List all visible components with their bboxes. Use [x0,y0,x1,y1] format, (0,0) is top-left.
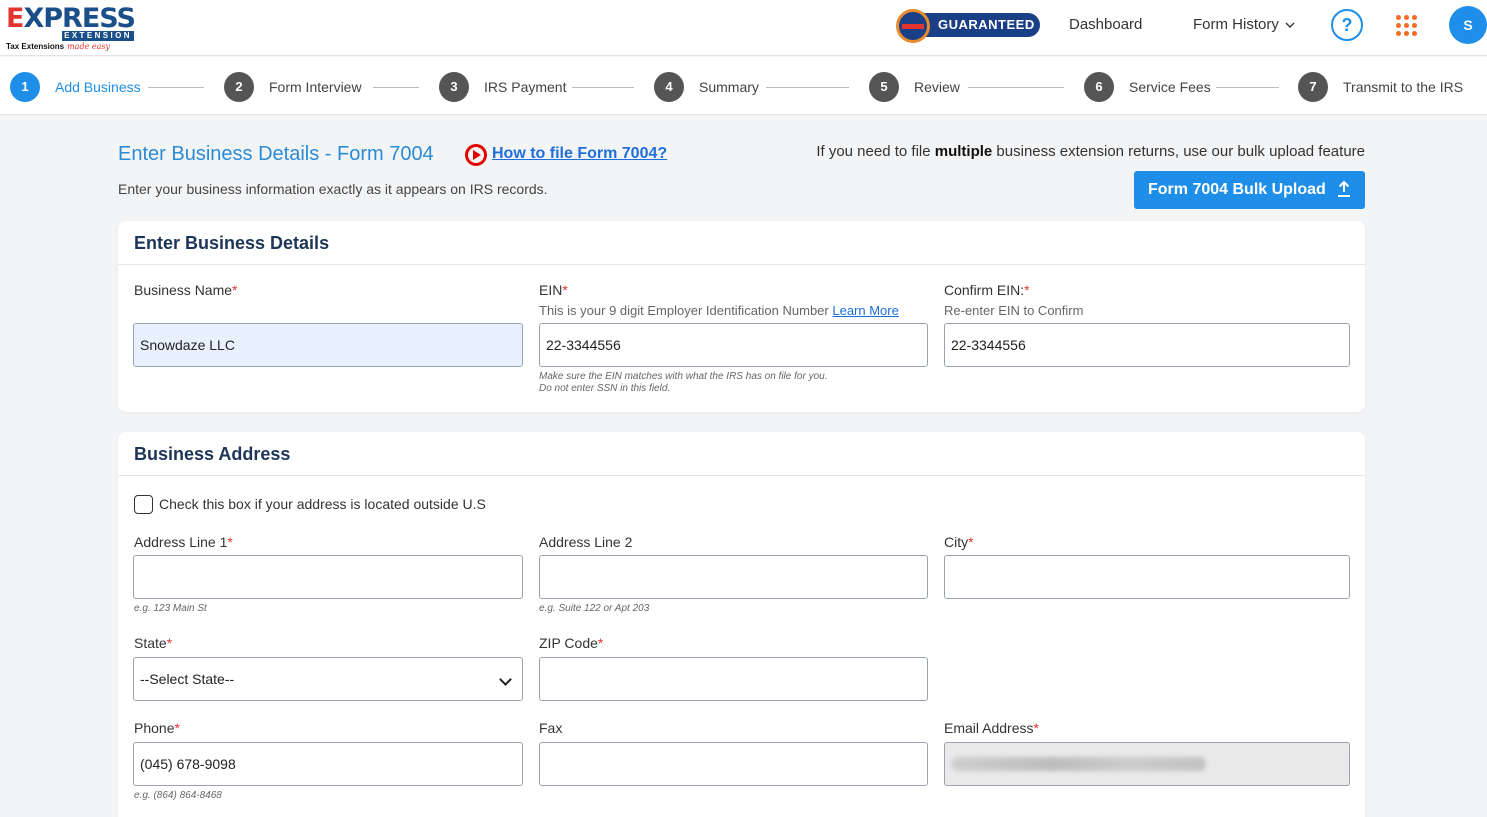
step-number: 6 [1084,72,1114,102]
step-connector [1216,87,1279,88]
required-marker: * [174,720,180,736]
confirm-ein-input[interactable]: 22-3344556 [944,323,1350,367]
bulk-upload-note: If you need to file multiple business ex… [816,143,1365,160]
step-service-fees[interactable]: 6 Service Fees [1084,72,1211,102]
address-line2-hint: e.g. Suite 122 or Apt 203 [539,603,650,614]
upload-icon [1338,180,1350,197]
logo-extension-bar: EXTENSION [62,31,134,41]
guarantee-seal-icon [896,9,930,43]
step-label: Add Business [55,79,141,95]
nav-form-history-label: Form History [1193,16,1279,33]
required-marker: * [968,534,974,550]
required-marker: * [1033,720,1039,736]
ein-help-text: This is your 9 digit Employer Identifica… [539,303,899,318]
confirm-ein-help: Re-enter EIN to Confirm [944,303,1084,318]
phone-label: Phone* [134,720,180,736]
step-number: 2 [224,72,254,102]
step-number: 1 [10,72,40,102]
state-label: State* [134,635,173,651]
apps-grid-icon[interactable] [1396,15,1418,37]
business-details-card: Enter Business Details Business Name* Sn… [118,221,1365,412]
step-label: Service Fees [1129,79,1211,95]
address-line2-label: Address Line 2 [539,534,633,550]
step-label: Form Interview [269,79,362,95]
step-number: 3 [439,72,469,102]
address-line1-label: Address Line 1* [134,534,233,550]
confirm-ein-label: Confirm EIN:* [944,282,1030,298]
ein-hint-match: Make sure the EIN matches with what the … [539,371,828,382]
step-add-business[interactable]: 1 Add Business [10,72,141,102]
business-address-card: Business Address Check this box if your … [118,432,1365,817]
step-connector [572,87,634,88]
guaranteed-badge: GUARANTEED [896,9,1046,43]
business-name-input[interactable]: Snowdaze LLC [133,323,523,367]
state-select-value: --Select State-- [140,671,235,687]
address-line1-input[interactable] [133,555,523,599]
phone-hint: e.g. (864) 864-8468 [134,790,222,801]
step-review[interactable]: 5 Review [869,72,960,102]
page-subtitle: Enter your business information exactly … [118,181,548,197]
zip-code-label: ZIP Code* [539,635,604,651]
business-address-heading: Business Address [118,432,1365,476]
city-input[interactable] [944,555,1350,599]
fax-input[interactable] [539,742,928,786]
step-label: Review [914,79,960,95]
youtube-play-icon[interactable] [465,144,487,166]
ein-hint-ssn: Do not enter SSN in this field. [539,383,671,394]
required-marker: * [1024,282,1030,298]
business-name-label: Business Name* [134,282,238,298]
progress-stepper: 1 Add Business 2 Form Interview 3 IRS Pa… [0,57,1487,115]
user-avatar[interactable]: S [1449,6,1487,44]
bulk-upload-button[interactable]: Form 7004 Bulk Upload [1134,171,1365,209]
nav-form-history[interactable]: Form History [1193,16,1295,34]
learn-more-link[interactable]: Learn More [832,303,898,318]
step-number: 4 [654,72,684,102]
step-summary[interactable]: 4 Summary [654,72,759,102]
step-connector [373,87,419,88]
step-connector [766,87,849,88]
outside-us-checkbox[interactable] [134,495,153,514]
top-header: EXPRESS EXTENSION Tax Extensions made eas… [0,0,1487,56]
city-label: City* [944,534,974,550]
phone-input[interactable]: (045) 678-9098 [133,742,523,786]
ein-input[interactable]: 22-3344556 [539,323,928,367]
address-line2-input[interactable] [539,555,928,599]
logo-tagline: Tax Extensions made easy [6,42,110,51]
step-number: 5 [869,72,899,102]
express-extension-logo[interactable]: EXPRESS EXTENSION Tax Extensions made eas… [6,2,138,52]
step-form-interview[interactable]: 2 Form Interview [224,72,362,102]
email-label: Email Address* [944,720,1039,736]
email-input [944,742,1350,786]
outside-us-label[interactable]: Check this box if your address is locate… [159,496,486,512]
how-to-file-link[interactable]: How to file Form 7004? [492,145,667,163]
step-connector [968,87,1064,88]
chevron-down-icon [1285,22,1295,29]
required-marker: * [597,635,604,651]
bulk-upload-label: Form 7004 Bulk Upload [1148,181,1326,198]
nav-dashboard[interactable]: Dashboard [1069,16,1142,34]
required-marker: * [562,282,568,298]
step-number: 7 [1298,72,1328,102]
required-marker: * [232,282,238,298]
required-marker: * [166,635,173,651]
page-title: Enter Business Details - Form 7004 [118,143,434,165]
step-label: IRS Payment [484,79,567,95]
guaranteed-label: GUARANTEED [912,13,1040,37]
address-line1-hint: e.g. 123 Main St [134,603,207,614]
step-label: Transmit to the IRS [1343,79,1464,95]
step-connector [148,87,204,88]
help-icon[interactable]: ? [1331,9,1363,41]
redacted-email [951,757,1206,771]
step-label: Summary [699,79,759,95]
chevron-down-icon [499,673,512,686]
state-select[interactable]: --Select State-- [133,657,523,701]
fax-label: Fax [539,720,563,736]
business-details-heading: Enter Business Details [118,221,1365,265]
zip-code-input[interactable] [539,657,928,701]
step-transmit-to-irs[interactable]: 7 Transmit to the IRS [1298,72,1463,102]
step-irs-payment[interactable]: 3 IRS Payment [439,72,566,102]
ein-label: EIN* [539,282,568,298]
required-marker: * [227,534,233,550]
